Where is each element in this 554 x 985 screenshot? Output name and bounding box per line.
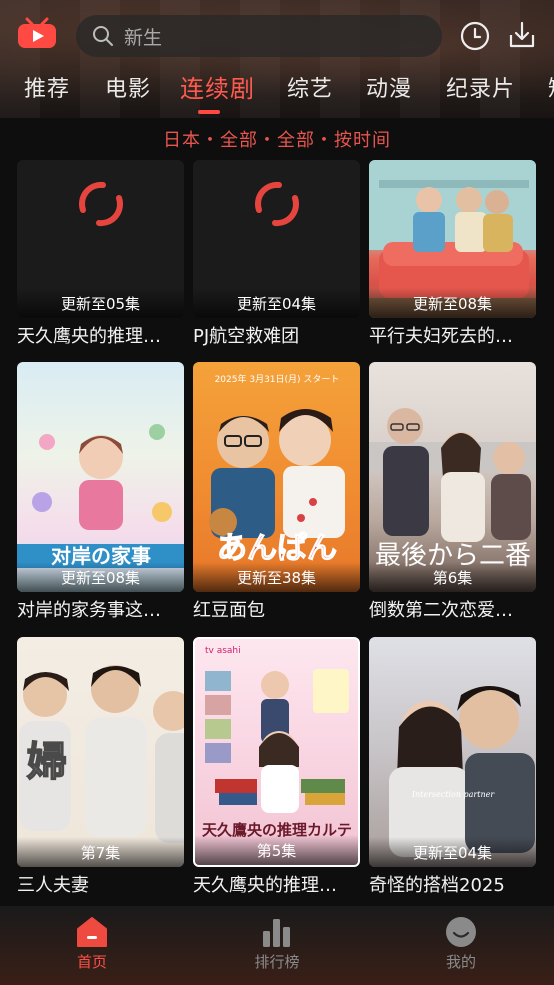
video-card[interactable]: 更新至08集 平行夫妇死去的… xyxy=(369,160,536,348)
poster-illustration: 对岸の家事 xyxy=(17,424,184,568)
history-clock-icon[interactable] xyxy=(459,20,491,52)
episode-badge: 更新至08集 xyxy=(17,562,184,592)
video-title: 天久鹰央的推理… xyxy=(193,875,337,896)
search-placeholder: 新生 xyxy=(124,26,163,49)
top-header: 新生 推荐 电影 连续剧 综艺 动漫 纪录片 短 xyxy=(0,0,554,118)
video-card[interactable]: tv asahi 天久鷹央の推理カルテ 第5集 天久鹰央的推理… xyxy=(193,637,360,897)
search-icon xyxy=(93,26,113,46)
video-card[interactable]: 最後から二番 第6集 倒数第二次恋爱… xyxy=(369,362,536,622)
episode-badge: 更新至38集 xyxy=(193,562,360,592)
tab-short[interactable]: 短 xyxy=(548,70,554,110)
poster-image: 2025年 3月31日(月) スタート あんぱん 更新至38集 xyxy=(193,362,360,592)
video-card[interactable]: 更新至05集 天久鹰央的推理… xyxy=(17,160,184,348)
video-card[interactable]: 2025年 3月31日(月) スタート あんぱん 更新至38集 红豆面包 xyxy=(193,362,360,622)
poster-illustration: tv asahi 天久鷹央の推理カルテ xyxy=(202,646,352,839)
poster-image: 最後から二番 第6集 xyxy=(369,362,536,592)
poster-image: 更新至08集 xyxy=(369,160,536,318)
poster-title-text: あんぱん xyxy=(217,531,337,566)
video-title: 三人夫妻 xyxy=(17,875,89,896)
home-icon xyxy=(77,917,107,947)
profile-icon xyxy=(446,917,476,947)
ranking-icon xyxy=(263,919,290,947)
active-tab-indicator xyxy=(198,110,220,114)
episode-badge: 更新至08集 xyxy=(369,288,536,318)
poster-image: tv asahi 天久鷹央の推理カルテ 第5集 xyxy=(193,637,360,867)
video-title: 倒数第二次恋爱… xyxy=(369,600,513,621)
video-card[interactable]: 更新至04集 PJ航空救难团 xyxy=(193,160,360,348)
app-logo-icon[interactable] xyxy=(17,17,57,49)
loading-spinner-icon xyxy=(255,181,299,227)
poster-title-text: 婦 xyxy=(27,739,67,785)
poster-brand-text: tv asahi xyxy=(205,646,241,656)
nav-ranking[interactable]: 排行榜 xyxy=(217,906,337,972)
poster-date-text: 2025年 3月31日(月) スタート xyxy=(215,373,340,385)
tab-series[interactable]: 连续剧 xyxy=(180,69,255,109)
video-card[interactable]: 婦 第7集 三人夫妻 xyxy=(17,637,184,897)
nav-home[interactable]: 首页 xyxy=(32,906,152,972)
video-title: 奇怪的搭档2025 xyxy=(369,875,505,896)
episode-badge: 第6集 xyxy=(369,562,536,592)
video-title: 红豆面包 xyxy=(193,600,265,621)
video-title: 平行夫妇死去的… xyxy=(369,326,513,347)
episode-badge: 第7集 xyxy=(17,837,184,867)
tab-variety[interactable]: 综艺 xyxy=(287,70,333,110)
nav-home-label: 首页 xyxy=(76,953,107,971)
poster-loading: 更新至04集 xyxy=(193,160,360,318)
poster-loading: 更新至05集 xyxy=(17,160,184,318)
tab-anime[interactable]: 动漫 xyxy=(366,70,412,110)
video-title: PJ航空救难团 xyxy=(193,326,300,347)
poster-image: Intersection partner 更新至04集 xyxy=(369,637,536,867)
episode-badge: 更新至04集 xyxy=(193,288,360,318)
video-card[interactable]: Intersection partner 更新至04集 奇怪的搭档2025 xyxy=(369,637,536,897)
tab-recommend[interactable]: 推荐 xyxy=(24,70,70,110)
loading-spinner-icon xyxy=(79,181,123,227)
poster-illustration: 婦 xyxy=(19,665,184,843)
poster-illustration: 2025年 3月31日(月) スタート あんぱん xyxy=(209,373,345,567)
episode-badge: 更新至05集 xyxy=(17,288,184,318)
poster-title-text: Intersection partner xyxy=(411,790,496,799)
episode-badge: 更新至04集 xyxy=(369,837,536,867)
video-card[interactable]: 对岸の家事 更新至08集 对岸的家务事这… xyxy=(17,362,184,622)
category-tabs: 推荐 电影 连续剧 综艺 动漫 纪录片 短 xyxy=(0,70,554,114)
filter-summary[interactable]: 日本・全部・全部・按时间 xyxy=(0,126,554,152)
search-bar[interactable]: 新生 xyxy=(76,15,442,57)
bottom-navigation: 首页 排行榜 我的 xyxy=(0,906,554,985)
video-title: 对岸的家务事这… xyxy=(17,600,161,621)
poster-image: 对岸の家事 更新至08集 xyxy=(17,362,184,592)
episode-badge: 第5集 xyxy=(195,835,358,865)
video-title: 天久鹰央的推理… xyxy=(17,326,161,347)
nav-profile-label: 我的 xyxy=(445,953,476,971)
download-icon[interactable] xyxy=(506,18,538,50)
tab-movies[interactable]: 电影 xyxy=(105,70,151,110)
nav-profile[interactable]: 我的 xyxy=(401,906,521,972)
tab-documentary[interactable]: 纪录片 xyxy=(446,70,515,110)
poster-illustration: 最後から二番 xyxy=(369,408,536,571)
poster-image: 婦 第7集 xyxy=(17,637,184,867)
nav-ranking-label: 排行榜 xyxy=(254,953,300,971)
poster-illustration: Intersection partner xyxy=(389,686,535,857)
